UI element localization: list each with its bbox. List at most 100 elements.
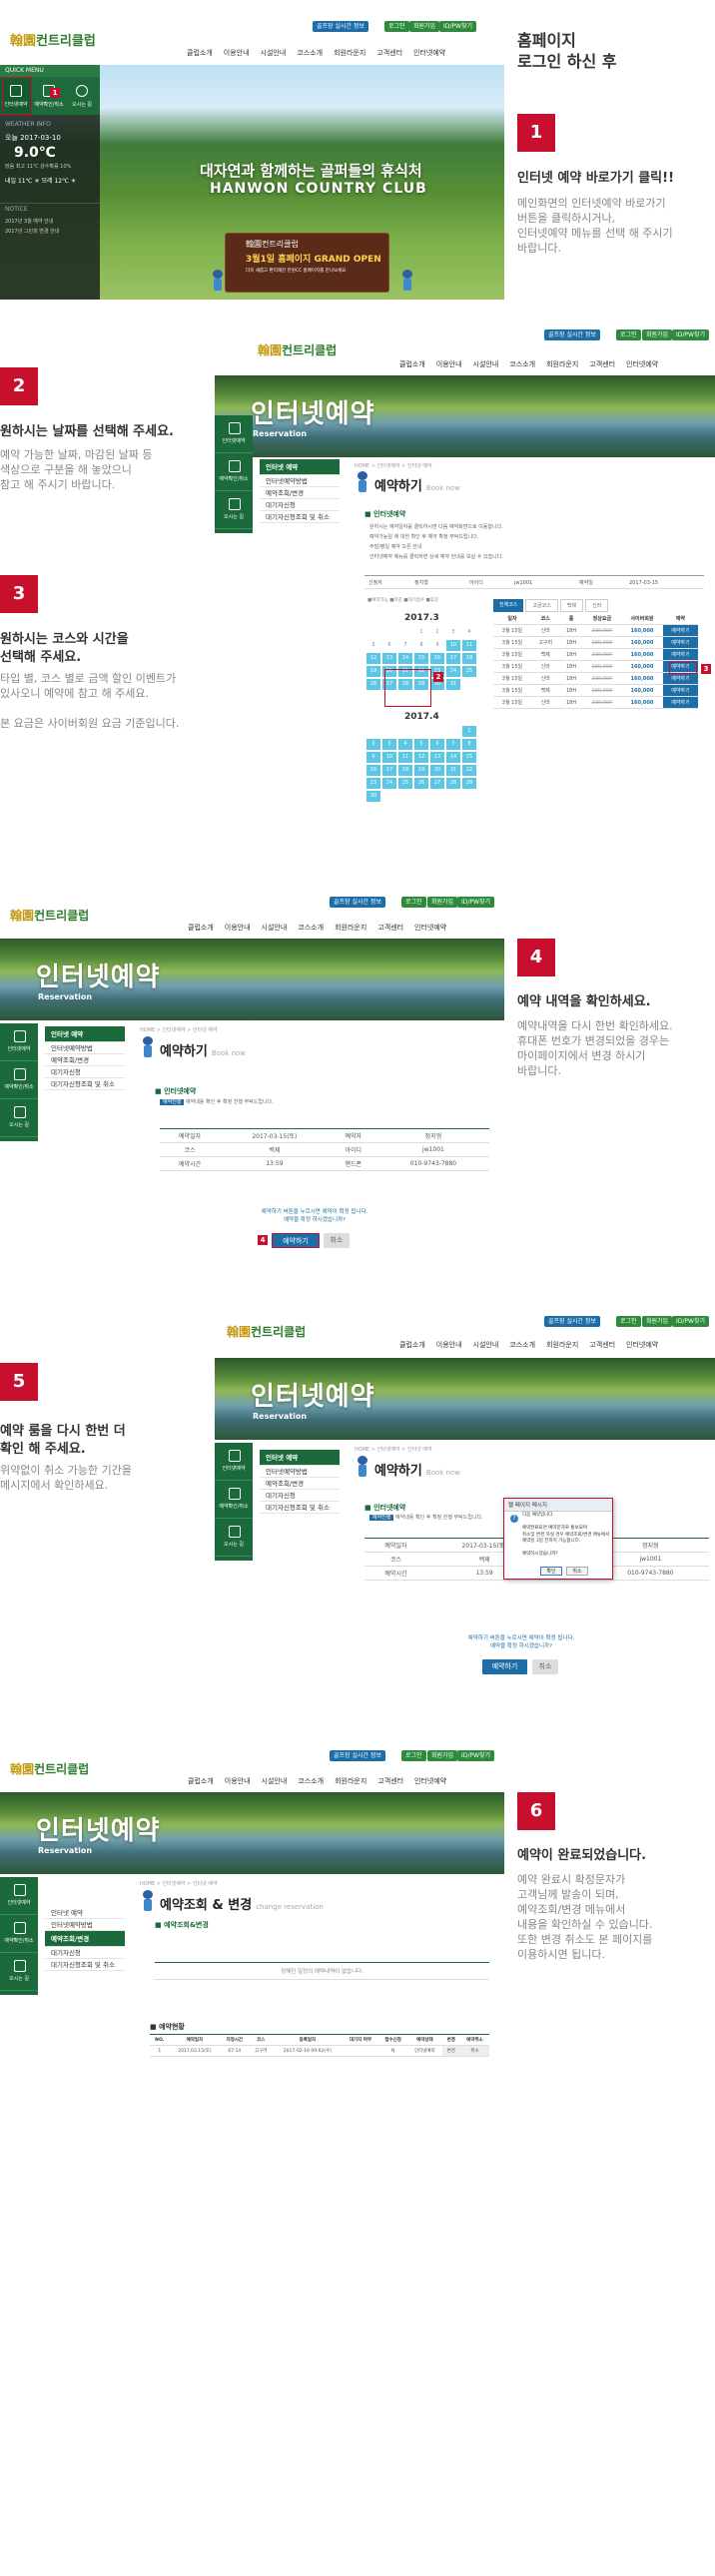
nav-item[interactable]: 이용안내 (224, 48, 250, 58)
nav-item[interactable]: 이용안내 (225, 923, 251, 933)
quick-directions[interactable]: 오시는 길 (0, 1099, 38, 1137)
nav-item[interactable]: 회원라운지 (546, 1340, 578, 1350)
calendar-day[interactable]: 4 (462, 627, 476, 638)
calendar-day[interactable]: 26 (366, 679, 380, 690)
tab-course[interactable]: 신라 (585, 599, 609, 612)
logo[interactable]: 翰園컨트리클럽 (10, 1760, 89, 1777)
calendar-day[interactable]: 13 (382, 653, 396, 664)
reserve-time-button[interactable]: 예약하기 (662, 624, 698, 637)
nav-item[interactable]: 인터넷예약 (414, 923, 446, 933)
join-link[interactable]: 회원가입 (427, 1750, 458, 1761)
nav-item[interactable]: 이용안내 (225, 1776, 251, 1786)
side-menu-item[interactable]: 예약조회/변경 (260, 1478, 340, 1490)
nav-item[interactable]: 회원라운지 (334, 48, 365, 58)
nav-item[interactable]: 클럽소개 (399, 359, 425, 369)
side-menu-item[interactable]: 인터넷예약방법 (260, 475, 340, 487)
reserve-time-button[interactable]: 예약하기 (662, 636, 698, 649)
idpw-link[interactable]: ID/PW찾기 (439, 21, 477, 32)
calendar-day[interactable]: 25 (462, 666, 476, 677)
calendar-day[interactable]: 7 (398, 640, 412, 651)
calendar-day[interactable]: 20 (430, 765, 444, 776)
calendar-day[interactable]: 1 (414, 627, 428, 638)
calendar-day[interactable]: 6 (382, 640, 396, 651)
grand-open-banner[interactable]: 翰園컨트리클럽 3월1일 홈페이지 GRAND OPEN 더욱 새롭고 편리해진… (225, 233, 389, 293)
side-menu-item[interactable]: 대기자신청 (45, 1947, 125, 1959)
join-link[interactable]: 회원가입 (642, 1316, 673, 1327)
calendar-day[interactable]: 28 (446, 778, 460, 789)
calendar-day[interactable]: 24 (382, 778, 396, 789)
calendar-day[interactable]: 9 (430, 640, 444, 651)
nav-item[interactable]: 코스소개 (297, 48, 323, 58)
side-menu-item[interactable]: 예약조회/변경 (260, 487, 340, 499)
calendar-day[interactable]: 22 (462, 765, 476, 776)
calendar-day[interactable]: 9 (366, 752, 380, 763)
side-menu-item[interactable]: 인터넷예약방법 (260, 1466, 340, 1478)
nav-item[interactable]: 회원라운지 (335, 1776, 366, 1786)
quick-reservation-check[interactable]: 예약확인/취소 (0, 1915, 38, 1953)
nav-item[interactable]: 시설안내 (473, 1340, 499, 1350)
side-menu-item[interactable]: 대기자신청조회 및 취소 (45, 1959, 125, 1971)
side-menu-item-active[interactable]: 인터넷 예약 (260, 459, 340, 475)
nav-item[interactable]: 클럽소개 (188, 923, 214, 933)
nav-item[interactable]: 고객센터 (589, 1340, 615, 1350)
quick-directions[interactable]: 오시는 길 (0, 1953, 38, 1991)
calendar-day[interactable]: 24 (446, 666, 460, 677)
reserve-button[interactable]: 예약하기 (272, 1233, 320, 1248)
calendar-day[interactable]: 29 (462, 778, 476, 789)
calendar-day[interactable]: 10 (446, 640, 460, 651)
calendar-day[interactable]: 19 (366, 666, 380, 677)
quick-reservation-check[interactable]: 예약확인/취소 (215, 1481, 253, 1519)
side-menu-item[interactable]: 대기자신청 (45, 1066, 125, 1078)
calendar-day[interactable]: 31 (446, 679, 460, 690)
side-menu-item-active[interactable]: 인터넷 예약 (45, 1026, 125, 1042)
calendar-day[interactable]: 8 (462, 739, 476, 750)
calendar-day[interactable]: 3 (446, 627, 460, 638)
live-info-button[interactable]: 골프장 실시간 정보 (544, 329, 600, 340)
quick-directions[interactable]: 오시는 길 (66, 77, 98, 115)
live-info-button[interactable]: 골프장 실시간 정보 (313, 21, 368, 32)
calendar-day[interactable]: 16 (366, 765, 380, 776)
side-menu-item[interactable]: 인터넷예약방법 (45, 1919, 125, 1931)
nav-item[interactable]: 시설안내 (262, 1776, 288, 1786)
quick-internet-reservation[interactable]: 인터넷예약 (215, 415, 253, 453)
tab-course[interactable]: 백제 (559, 599, 584, 612)
nav-item[interactable]: 시설안내 (261, 48, 287, 58)
nav-item[interactable]: 인터넷예약 (626, 359, 658, 369)
reserve-time-button[interactable]: 예약하기 (662, 696, 698, 709)
nav-item[interactable]: 시설안내 (262, 923, 288, 933)
calendar-day[interactable]: 15 (414, 653, 428, 664)
calendar-day[interactable]: 4 (398, 739, 412, 750)
side-menu-item-active[interactable]: 예약조회/변경 (45, 1931, 125, 1947)
reserve-time-button[interactable]: 예약하기 (662, 672, 698, 685)
calendar-day[interactable]: 8 (414, 640, 428, 651)
logo[interactable]: 翰園컨트리클럽 (10, 30, 96, 49)
quick-internet-reservation[interactable]: 인터넷예약 (215, 1443, 253, 1481)
calendar-day[interactable]: 27 (430, 778, 444, 789)
quick-internet-reservation[interactable]: 인터넷예약 (0, 1023, 38, 1061)
logo[interactable]: 翰園컨트리클럽 (258, 341, 337, 358)
live-info-button[interactable]: 골프장 실시간 정보 (330, 897, 385, 908)
side-menu-item[interactable]: 인터넷예약방법 (45, 1042, 125, 1054)
calendar-day[interactable]: 23 (366, 778, 380, 789)
nav-item[interactable]: 시설안내 (473, 359, 499, 369)
calendar-day[interactable]: 19 (414, 765, 428, 776)
calendar-day[interactable]: 2 (430, 627, 444, 638)
side-menu-item[interactable]: 대기자신청 (260, 499, 340, 511)
side-menu-item[interactable]: 예약조회/변경 (45, 1054, 125, 1066)
calendar-day[interactable]: 21 (446, 765, 460, 776)
login-link[interactable]: 로그인 (401, 1750, 426, 1761)
quick-internet-reservation[interactable]: 인터넷예약 (0, 1877, 38, 1915)
calendar-day[interactable]: 2 (366, 739, 380, 750)
join-link[interactable]: 회원가입 (427, 897, 458, 908)
calendar-day[interactable]: 6 (430, 739, 444, 750)
side-menu-item[interactable]: 대기자신청조회 및 취소 (45, 1078, 125, 1090)
quick-reservation-check[interactable]: 예약확인/취소 (0, 1061, 38, 1099)
nav-item[interactable]: 코스소개 (298, 923, 324, 933)
nav-item[interactable]: 이용안내 (436, 1340, 462, 1350)
calendar-day[interactable]: 11 (462, 640, 476, 651)
join-link[interactable]: 회원가입 (642, 329, 673, 340)
calendar-day[interactable]: 1 (462, 726, 476, 737)
reserve-button[interactable]: 예약하기 (482, 1659, 527, 1674)
idpw-link[interactable]: ID/PW찾기 (457, 897, 495, 908)
join-link[interactable]: 회원가입 (409, 21, 440, 32)
